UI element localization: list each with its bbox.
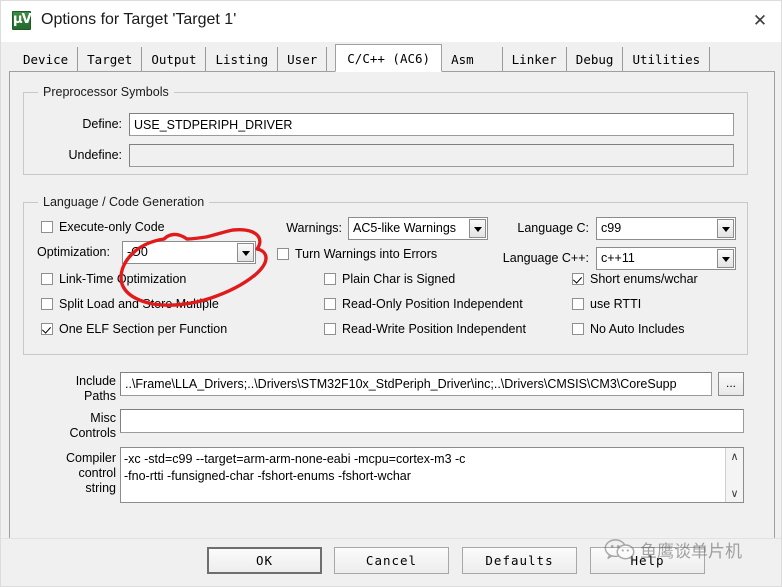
scroll-down-icon[interactable]: ∨ [726,485,743,502]
compiler-control-string-textarea[interactable]: -xc -std=c99 --target=arm-arm-none-eabi … [120,447,744,503]
undefine-input[interactable] [129,144,734,167]
chevron-down-icon[interactable] [237,243,254,262]
checkbox-one-elf-section-per-function-label: One ELF Section per Function [59,322,228,336]
checkbox-execute-only-code-box [41,221,53,233]
keil-uvision-icon-glyph: μV [13,12,32,27]
checkbox-split-load-and-store-multiple-box [41,298,53,310]
chevron-down-icon[interactable] [717,249,734,268]
checkbox-read-write-position-independent-label: Read-Write Position Independent [342,322,526,336]
checkbox-use-rtti-box [572,298,584,310]
cancel-button[interactable]: Cancel [334,547,449,574]
dialog-button-bar: OK Cancel Defaults Help [1,538,781,586]
help-button[interactable]: Help [590,547,705,574]
close-button[interactable]: ✕ [737,1,781,41]
include-paths-input[interactable]: ..\Frame\LLA_Drivers;..\Drivers\STM32F10… [120,372,712,396]
language-cpp-combo-value: c++11 [601,251,635,265]
compiler-control-string-line2: -fno-rtti -funsigned-char -fshort-enums … [124,469,411,483]
tab-c-cpp-ac6[interactable]: C/C++ (AC6) [335,44,443,72]
language-c-combo[interactable]: c99 [596,217,736,240]
language-code-generation-title: Language / Code Generation [38,195,210,209]
include-paths-label-line1: Include [75,374,116,388]
keil-uvision-icon: μV [12,11,32,30]
checkbox-read-only-position-independent-label: Read-Only Position Independent [342,297,523,311]
checkbox-split-load-and-store-multiple-label: Split Load and Store Multiple [59,297,219,311]
include-paths-label-line2: Paths [84,389,116,403]
options-dialog: μV Options for Target 'Target 1' ✕ Devic… [0,0,782,587]
checkbox-no-auto-includes-label: No Auto Includes [590,322,685,336]
checkbox-read-only-position-independent-box [324,298,336,310]
misc-controls-input[interactable] [120,409,744,433]
ok-button[interactable]: OK [207,547,322,574]
checkbox-no-auto-includes-box [572,323,584,335]
include-paths-browse-button[interactable]: ... [718,372,744,396]
checkbox-plain-char-is-signed-box [324,273,336,285]
checkbox-short-enums-wchar-box [572,273,584,285]
tab-utilities[interactable]: Utilities [623,47,711,72]
defaults-button[interactable]: Defaults [462,547,577,574]
chevron-down-icon[interactable] [717,219,734,238]
checkbox-execute-only-code-label: Execute-only Code [59,220,165,234]
window-title: Options for Target 'Target 1' [41,11,237,28]
scroll-up-icon[interactable]: ∧ [726,448,743,465]
optimization-combo[interactable]: -O0 [122,241,256,264]
tab-strip: Device Target Output Listing User C/C++ … [1,42,781,74]
checkbox-read-write-position-independent-box [324,323,336,335]
tab-device[interactable]: Device [13,47,79,72]
tab-debug[interactable]: Debug [566,47,624,72]
language-cpp-combo[interactable]: c++11 [596,247,736,270]
language-cpp-label: Language C++: [502,251,589,265]
warnings-combo[interactable]: AC5-like Warnings [348,217,488,240]
warnings-label: Warnings: [286,221,342,235]
close-icon: ✕ [752,11,768,31]
optimization-label: Optimization: [37,245,110,259]
tab-user[interactable]: User [278,47,328,72]
checkbox-turn-warnings-into-errors-label: Turn Warnings into Errors [295,247,438,261]
chevron-down-icon[interactable] [469,219,486,238]
checkbox-one-elf-section-per-function-box [41,323,53,335]
tab-page-c-cpp: Preprocessor Symbols Define: USE_STDPERI… [9,71,775,541]
undefine-label: Undefine: [68,148,122,162]
checkbox-short-enums-wchar-label: Short enums/wchar [590,272,698,286]
checkbox-plain-char-is-signed-label: Plain Char is Signed [342,272,456,286]
language-code-generation-group: Language / Code Generation Execute-only … [23,195,748,355]
tab-asm[interactable]: Asm [442,47,503,72]
checkbox-link-time-optimization-box [41,273,53,285]
optimization-combo-value: -O0 [127,245,148,259]
warnings-combo-value: AC5-like Warnings [353,221,457,235]
compiler-control-string-scrollbar[interactable]: ∧ ∨ [725,448,743,502]
define-input[interactable]: USE_STDPERIPH_DRIVER [129,113,734,136]
misc-controls-label-line2: Controls [69,426,116,440]
tab-linker[interactable]: Linker [502,47,567,72]
preprocessor-symbols-title: Preprocessor Symbols [38,85,174,99]
checkbox-link-time-optimization-label: Link-Time Optimization [59,272,187,286]
tab-output[interactable]: Output [142,47,207,72]
language-c-combo-value: c99 [601,221,622,235]
tab-list: Device Target Output Listing User C/C++ … [13,44,711,72]
misc-controls-label-line1: Misc [90,411,116,425]
compiler-control-string-line1: -xc -std=c99 --target=arm-arm-none-eabi … [124,452,466,466]
checkbox-use-rtti-label: use RTTI [590,297,642,311]
checkbox-turn-warnings-into-errors-box [277,248,289,260]
preprocessor-symbols-group: Preprocessor Symbols Define: USE_STDPERI… [23,85,748,175]
compiler-control-string-label-line2: control [78,466,116,480]
compiler-control-string-label-line3: string [85,481,116,495]
title-bar: μV Options for Target 'Target 1' ✕ [1,1,781,43]
compiler-control-string-label-line1: Compiler [65,451,116,465]
language-c-label: Language C: [517,221,589,235]
tab-listing[interactable]: Listing [206,47,279,72]
define-label: Define: [82,117,122,131]
tab-target[interactable]: Target [78,47,143,72]
